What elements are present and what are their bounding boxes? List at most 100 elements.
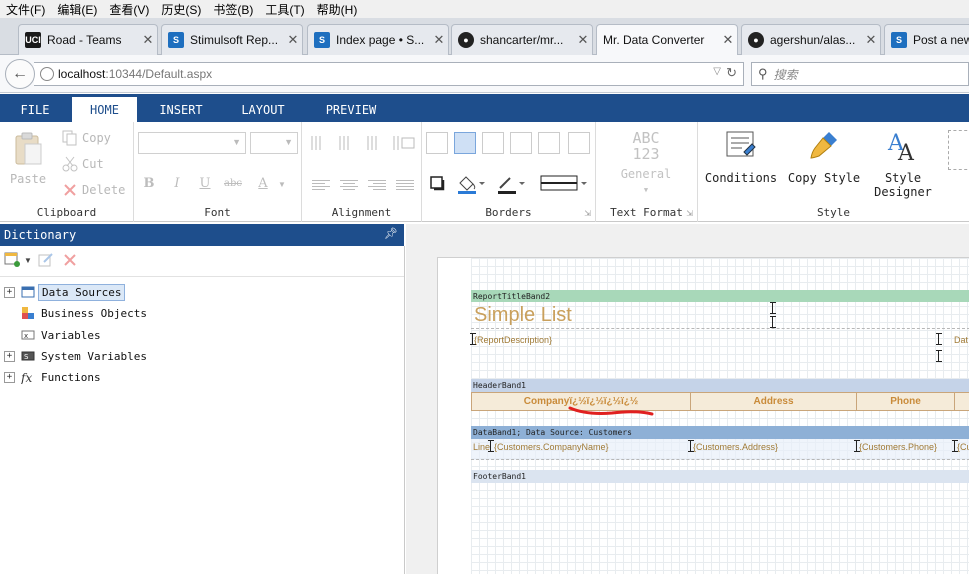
right-border-icon[interactable] (538, 132, 560, 154)
resize-marker[interactable] (936, 333, 943, 345)
expand-icon[interactable]: + (4, 350, 15, 362)
data-band[interactable]: DataBand1; Data Source: Customers (471, 426, 969, 439)
resize-marker[interactable] (936, 350, 943, 362)
resize-marker[interactable] (688, 440, 695, 452)
reload-icon[interactable]: ↻ (726, 65, 737, 81)
menu-edit[interactable]: 编辑(E) (51, 1, 103, 18)
tree-item-data-sources[interactable]: + Data Sources (4, 282, 126, 302)
copy-style-button[interactable]: Copy Style (784, 128, 864, 185)
browser-tab[interactable]: S Stimulsoft Rep... ✕ (161, 24, 303, 55)
menu-file[interactable]: 文件(F) (0, 1, 51, 18)
report-date-cell[interactable]: Dat (954, 335, 968, 345)
report-title-text[interactable]: Simple List (474, 304, 572, 327)
header-cell-phone[interactable]: Phone (856, 392, 955, 411)
browser-tab[interactable]: UCI Road - Teams ✕ (18, 24, 158, 55)
report-title-band-header[interactable]: ReportTitleBand2 (471, 290, 969, 302)
menu-history[interactable]: 历史(S) (155, 1, 207, 18)
all-borders-icon[interactable] (426, 132, 448, 154)
tree-item-business-objects[interactable]: Business Objects (4, 303, 150, 323)
shadow-icon[interactable] (430, 176, 446, 192)
tree-item-variables[interactable]: x Variables (4, 325, 104, 345)
menu-view[interactable]: 查看(V) (103, 1, 155, 18)
data-cell-company-name[interactable]: {Customers.CompanyName} (494, 442, 609, 452)
align-justify-icon[interactable] (396, 178, 414, 194)
expand-icon[interactable]: + (4, 286, 15, 298)
resize-marker[interactable] (770, 316, 777, 328)
left-border-icon[interactable] (482, 132, 504, 154)
align-left-icon[interactable] (312, 178, 330, 194)
menu-bookmarks[interactable]: 书签(B) (207, 1, 259, 18)
tab-file[interactable]: FILE (6, 97, 64, 122)
dialog-launcher-icon[interactable]: ⇲ (584, 209, 591, 218)
menu-tools[interactable]: 工具(T) (259, 1, 310, 18)
delete-icon[interactable] (62, 252, 78, 268)
tab-close-icon[interactable]: ✕ (574, 32, 592, 48)
tab-preview[interactable]: PREVIEW (315, 97, 387, 122)
report-page[interactable]: ReportTitleBand2 Simple List {ReportDesc… (437, 257, 969, 574)
underline-icon[interactable]: U (194, 176, 216, 191)
conditions-button[interactable]: Conditions (704, 128, 778, 185)
text-format-button[interactable]: ABC 123 General ▼ (596, 130, 696, 198)
bold-icon[interactable]: B (138, 176, 160, 191)
new-item-icon[interactable] (4, 252, 22, 268)
border-style-icon[interactable] (540, 174, 590, 194)
cut-button[interactable]: Cut (62, 156, 104, 172)
strikethrough-icon[interactable]: abc (222, 178, 244, 189)
resize-marker[interactable] (470, 333, 477, 345)
tab-close-icon[interactable]: ✕ (284, 32, 302, 48)
style-gallery[interactable] (948, 130, 969, 170)
header-cell-address[interactable]: Address (690, 392, 857, 411)
italic-icon[interactable]: I (166, 176, 188, 191)
tab-close-icon[interactable]: ✕ (719, 32, 737, 48)
browser-tab[interactable]: S Index page • S... ✕ (307, 24, 449, 55)
align-center-icon[interactable] (340, 178, 358, 194)
expand-icon[interactable]: + (4, 371, 15, 383)
search-input[interactable]: ⚲ 搜索 (751, 62, 969, 86)
report-description-cell[interactable]: {ReportDescription} (474, 335, 552, 345)
footer-band[interactable]: FooterBand1 (471, 470, 969, 483)
bottom-border-icon[interactable] (568, 132, 590, 154)
resize-marker[interactable] (770, 302, 777, 314)
top-border-icon[interactable] (510, 132, 532, 154)
tab-insert[interactable]: INSERT (147, 97, 215, 122)
edit-icon[interactable] (38, 252, 54, 268)
style-designer-button[interactable]: AA Style Designer (868, 128, 938, 199)
browser-tab[interactable]: ● agershun/alas... ✕ (741, 24, 881, 55)
dialog-launcher-icon[interactable]: ⇲ (686, 209, 693, 218)
tree-item-functions[interactable]: + fx Functions (4, 367, 104, 387)
browser-tab[interactable]: ● shancarter/mr... ✕ (451, 24, 593, 55)
copy-button[interactable]: Copy (62, 130, 111, 146)
resize-marker[interactable] (854, 440, 861, 452)
back-button[interactable]: ← (5, 59, 35, 89)
url-bar[interactable]: localhost :10344/Default.aspx ▽ ↻ (34, 62, 744, 86)
chevron-down-icon[interactable]: ▼ (24, 256, 32, 265)
pin-icon[interactable]: 📌︎ (384, 227, 398, 240)
tab-home[interactable]: HOME (72, 97, 137, 122)
tab-layout[interactable]: LAYOUT (229, 97, 297, 122)
font-size-select[interactable]: ▼ (250, 132, 298, 154)
chevron-down-icon[interactable]: ▼ (278, 180, 286, 189)
chevron-down-icon[interactable]: ▽ (713, 66, 721, 77)
tab-close-icon[interactable]: ✕ (430, 32, 448, 48)
delete-button[interactable]: Delete (62, 182, 125, 198)
align-right-icon[interactable] (368, 178, 386, 194)
header-band[interactable]: HeaderBand1 (471, 379, 969, 392)
tab-close-icon[interactable]: ✕ (862, 32, 880, 48)
menu-help[interactable]: 帮助(H) (311, 1, 364, 18)
fill-color-icon[interactable] (456, 174, 486, 194)
font-color-icon[interactable]: A (252, 176, 274, 191)
resize-marker[interactable] (952, 440, 959, 452)
vertical-align-icons[interactable] (310, 134, 416, 152)
browser-tab[interactable]: S Post a new (884, 24, 969, 55)
tree-item-system-variables[interactable]: + S System Variables (4, 346, 150, 366)
data-cell-address[interactable]: {Customers.Address} (693, 442, 778, 452)
browser-tab-active[interactable]: Mr. Data Converter ✕ (596, 24, 738, 55)
header-cell-extra[interactable] (954, 392, 969, 411)
inner-borders-icon[interactable] (454, 132, 476, 154)
resize-marker[interactable] (488, 440, 495, 452)
tab-close-icon[interactable]: ✕ (139, 32, 157, 48)
font-name-select[interactable]: ▼ (138, 132, 246, 154)
paste-button[interactable]: Paste (8, 132, 48, 186)
data-cell-phone[interactable]: {Customers.Phone} (859, 442, 937, 452)
border-color-icon[interactable] (496, 174, 526, 194)
